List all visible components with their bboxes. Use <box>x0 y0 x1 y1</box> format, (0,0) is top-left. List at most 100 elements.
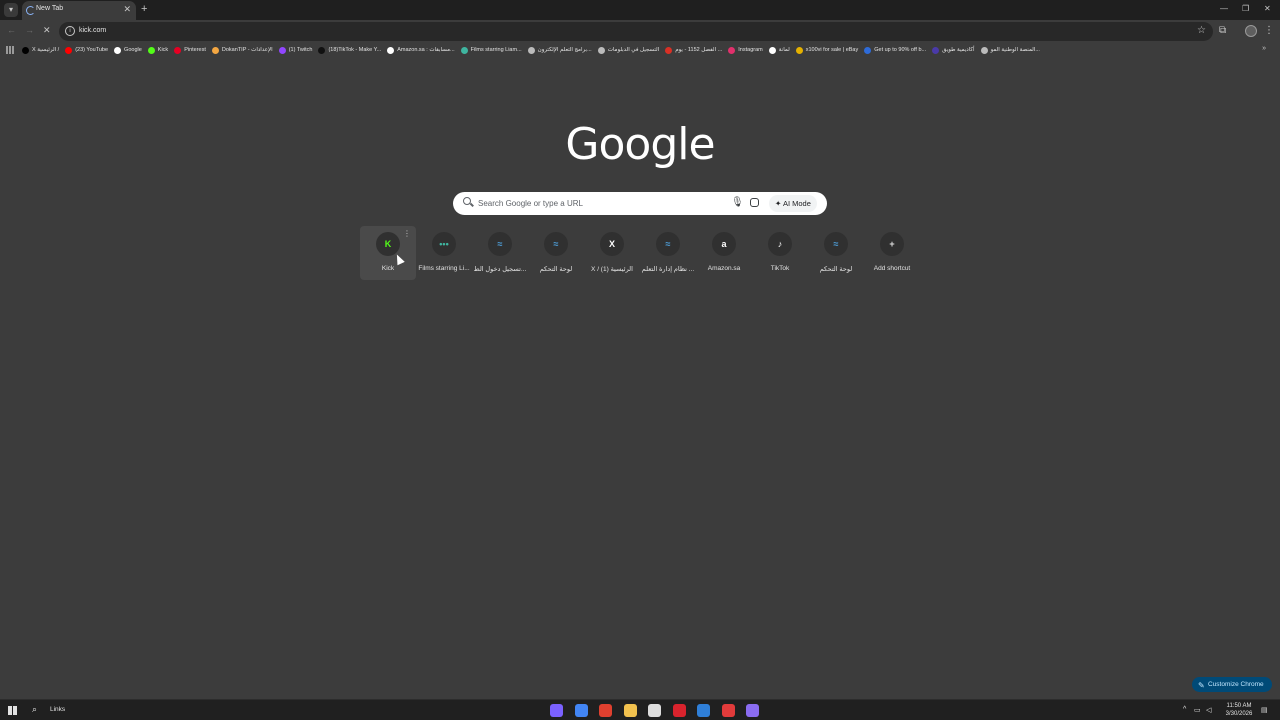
bookmark-label: لمانة <box>778 47 790 53</box>
apps-icon[interactable] <box>6 46 14 54</box>
shortcut-tile[interactable]: ≈ لوحة التحكم <box>528 226 584 280</box>
shortcut-favicon-icon: ≈ <box>488 232 512 256</box>
bookmark-label: (1) Twitch <box>288 47 313 53</box>
bookmark-label: Films starring Liam... <box>470 47 522 53</box>
bookmark-item[interactable]: (18)TikTok - Make Y... <box>318 46 381 54</box>
new-tab-button[interactable]: + <box>141 3 147 15</box>
bookmark-label: DokanTIP - الإعدادات <box>221 47 273 53</box>
shortcut-favicon-icon: ≈ <box>544 232 568 256</box>
stop-loading-button[interactable]: ✕ <box>43 25 51 36</box>
bookmark-item[interactable]: أكاديمية طويق <box>932 46 975 54</box>
bookmark-item[interactable]: Kick <box>147 46 168 54</box>
bookmark-favicon-icon <box>597 46 605 54</box>
bookmark-list: X الرئيسية / (23) YouTube Google Kick Pinter… <box>22 43 1182 57</box>
bookmark-item[interactable]: Films starring Liam... <box>460 46 522 54</box>
bookmark-item[interactable]: المنصة الوطنية المو... <box>980 46 1040 54</box>
bookmark-item[interactable]: x100vi for sale | eBay <box>795 46 858 54</box>
bookmark-item[interactable]: DokanTIP - الإعدادات <box>211 46 273 54</box>
network-icon[interactable]: ▭ <box>1194 706 1201 714</box>
search-icon <box>463 197 471 205</box>
bookmark-label: Amazon.sa : مسابقات... <box>397 47 455 53</box>
bookmark-item[interactable]: Google <box>114 46 142 54</box>
taskbar-search-label[interactable]: Links <box>50 706 65 713</box>
start-button[interactable] <box>8 706 17 715</box>
bookmark-item[interactable]: Pinterest <box>174 46 206 54</box>
more-options-icon[interactable]: ⋮ <box>403 229 411 238</box>
extensions-icon[interactable]: ⧉ <box>1219 25 1226 36</box>
pinned-app-icon[interactable] <box>574 704 588 717</box>
restore-button[interactable]: ❐ <box>1242 4 1249 13</box>
customize-chrome-button[interactable]: ✎ Customize Chrome <box>1192 677 1272 692</box>
pinned-app-icon[interactable] <box>672 704 686 717</box>
pinned-app-icon[interactable] <box>721 704 735 717</box>
bookmark-star-icon[interactable]: ☆ <box>1197 25 1206 36</box>
tab-search-button[interactable]: ▾ <box>4 3 18 17</box>
microphone-icon[interactable]: 🎙 <box>731 197 744 208</box>
shortcut-tile[interactable]: a Amazon.sa <box>696 226 752 280</box>
shortcut-tile[interactable]: ••• Films starring Li... <box>416 226 472 280</box>
bookmark-favicon-icon <box>864 46 872 54</box>
address-url[interactable]: kick.com <box>79 27 106 34</box>
pinned-app-icon[interactable] <box>599 704 612 717</box>
pinned-app-icon[interactable] <box>550 704 563 717</box>
bookmark-favicon-icon <box>211 46 219 54</box>
taskbar: ⌕ Links ^ ▭ ◁ 11:50 AM 3/30/2026 ▤ <box>0 699 1280 720</box>
bookmark-item[interactable]: X الرئيسية / <box>22 46 60 54</box>
forward-button[interactable]: → <box>25 25 34 35</box>
bookmark-item[interactable]: برامج التعلم الإلكترون... <box>527 46 592 54</box>
bookmark-item[interactable]: لمانة <box>768 46 790 54</box>
bookmark-item[interactable]: Amazon.sa : مسابقات... <box>387 46 455 54</box>
close-icon[interactable]: ✕ <box>123 4 131 15</box>
shortcut-favicon-icon: ≈ <box>656 232 680 256</box>
ai-mode-label: AI Mode <box>782 199 811 208</box>
minimize-button[interactable]: — <box>1220 4 1228 13</box>
bookmark-item[interactable]: Get up to 90% off b... <box>864 46 926 54</box>
shortcut-tile[interactable]: K Kick ⋮ <box>360 226 416 280</box>
bookmark-label: أكاديمية طويق <box>942 47 975 53</box>
shortcut-label: Add shortcut <box>873 265 911 272</box>
tab-title: New Tab <box>36 5 64 12</box>
bookmark-item[interactable]: الفصل 1152 - يوم ... <box>665 46 722 54</box>
address-bar[interactable]: i kick.com ☆ <box>59 22 1213 41</box>
bookmark-label: X الرئيسية / <box>32 47 60 53</box>
bookmark-item[interactable]: (23) YouTube <box>65 46 108 54</box>
bookmark-favicon-icon <box>114 46 122 54</box>
shortcut-tile[interactable]: ≈ نظام إدارة التعلم ... <box>640 226 696 280</box>
bookmark-item[interactable]: التسجيل في الدبلومات <box>597 46 659 54</box>
volume-icon[interactable]: ◁ <box>1206 706 1211 714</box>
menu-icon[interactable]: ⋮ <box>1264 25 1274 36</box>
site-info-icon[interactable]: i <box>65 26 75 36</box>
shortcut-tile[interactable]: ♪ TikTok <box>752 226 808 280</box>
close-window-button[interactable]: ✕ <box>1264 4 1271 13</box>
shortcut-tile[interactable]: + Add shortcut <box>864 226 920 280</box>
bookmark-favicon-icon <box>795 46 803 54</box>
shortcut-tile[interactable]: ≈ لوحة التحكم <box>808 226 864 280</box>
shortcut-favicon-icon: ••• <box>432 232 456 256</box>
pinned-app-icon[interactable] <box>746 704 759 717</box>
tray-chevron-icon[interactable]: ^ <box>1183 706 1186 713</box>
back-button[interactable]: ← <box>7 25 16 35</box>
bookmark-label: Pinterest <box>184 47 206 53</box>
tab-new-tab[interactable]: New Tab ✕ <box>22 1 136 20</box>
customize-chrome-label: Customize Chrome <box>1208 681 1264 688</box>
bookmark-item[interactable]: Instagram <box>728 46 763 54</box>
shortcut-tile[interactable]: X X / (1) الرئيسية <box>584 226 640 280</box>
pinned-app-icon[interactable] <box>623 704 637 717</box>
bookmark-favicon-icon <box>387 46 395 54</box>
pinned-app-icon[interactable] <box>648 704 661 717</box>
notification-icon[interactable]: ▤ <box>1261 706 1268 714</box>
shortcut-tile[interactable]: ≈ تسجيل دخول الط... <box>472 226 528 280</box>
taskbar-search-icon[interactable]: ⌕ <box>32 704 37 715</box>
profile-avatar[interactable] <box>1245 25 1257 37</box>
bookmarks-overflow-icon[interactable]: » <box>1262 45 1266 52</box>
search-box[interactable]: Search Google or type a URL 🎙 ✦ AI Mode <box>453 192 827 215</box>
pinned-app-icon[interactable] <box>697 704 710 717</box>
lens-icon[interactable] <box>750 198 759 207</box>
bookmark-item[interactable]: (1) Twitch <box>278 46 313 54</box>
clock[interactable]: 11:50 AM 3/30/2026 <box>1222 702 1256 718</box>
shortcut-label: TikTok <box>770 265 790 272</box>
add-icon: + <box>880 232 904 256</box>
search-input[interactable]: Search Google or type a URL <box>478 199 583 208</box>
shortcut-label: Films starring Li... <box>418 265 470 272</box>
ai-mode-button[interactable]: ✦ AI Mode <box>769 195 817 212</box>
